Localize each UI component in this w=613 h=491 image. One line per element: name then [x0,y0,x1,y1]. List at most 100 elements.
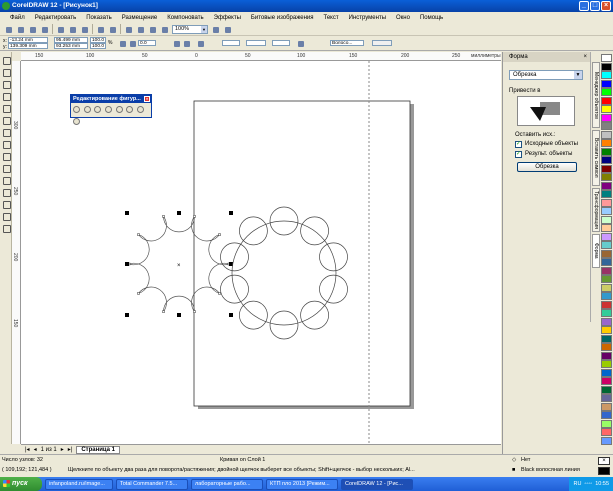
tab-transform[interactable]: Трансформация [592,188,600,232]
rectangle-tool-icon[interactable] [2,128,11,137]
palette-swatch[interactable] [601,88,612,96]
knife-tool-icon[interactable] [83,106,91,113]
menu-file[interactable]: Файл [10,15,25,21]
task-coreldraw[interactable]: CorelDRAW 12 - [Рис... [341,478,413,490]
zoom-tool-icon[interactable] [2,92,11,101]
print-icon[interactable] [40,25,49,34]
palette-swatch[interactable] [601,181,612,190]
crop-tool-icon[interactable] [2,80,11,89]
maximize-button[interactable]: □ [590,1,600,11]
smart-fill-tool-icon[interactable] [2,116,11,125]
palette-swatch[interactable] [601,292,612,300]
scale-y-field[interactable]: 100.0 [90,43,106,49]
palette-swatch[interactable] [601,377,612,385]
palette-swatch[interactable] [601,147,612,156]
task-lab-docs[interactable]: лабораторные рабо... [191,478,263,490]
basic-shapes-tool-icon[interactable] [2,164,11,173]
menu-edit[interactable]: Редактировать [35,15,76,21]
app-launcher-icon[interactable] [148,25,157,34]
start-button[interactable]: пуск [0,477,42,491]
convert-curve-icon[interactable] [196,39,205,48]
extra-tool-icon[interactable] [73,118,80,125]
palette-swatch[interactable] [601,300,612,309]
zoom-combo[interactable]: 100% ▼ [172,24,208,34]
palette-swatch[interactable] [601,173,612,181]
shape-tool-icon[interactable] [73,106,80,113]
palette-swatch[interactable] [601,436,612,445]
palette-swatch[interactable] [601,385,612,394]
palette-swatch[interactable] [601,283,612,292]
free-transform-tool-icon[interactable] [126,106,134,113]
minimize-button[interactable]: _ [579,1,589,11]
palette-swatch[interactable] [601,164,612,173]
eyedropper-tool-icon[interactable] [2,200,11,209]
task-browser[interactable]: infanpoland.ru/image... [45,478,113,490]
export-icon[interactable] [136,25,145,34]
cut-icon[interactable] [56,25,65,34]
palette-swatch[interactable] [601,113,612,122]
import-icon[interactable] [124,25,133,34]
paste-icon[interactable] [80,25,89,34]
copy-icon[interactable] [68,25,77,34]
ellipse-tool-icon[interactable] [2,140,11,149]
angle-field[interactable]: 0.0 [138,40,156,46]
end-arrow-select[interactable] [272,40,290,46]
eraser-tool-icon[interactable] [94,106,102,113]
palette-swatch[interactable] [601,428,612,436]
open-icon[interactable] [16,25,25,34]
menu-window[interactable]: Окно [396,15,410,21]
palette-swatch[interactable] [601,241,612,249]
roughen-tool-icon[interactable] [115,106,123,113]
menu-help[interactable]: Помощь [420,15,443,21]
mirror-h-icon[interactable] [172,39,181,48]
virtual-delete-tool-icon[interactable] [137,106,145,113]
palette-swatch[interactable] [601,215,612,224]
prev-page-button[interactable]: ◂ [34,446,37,453]
palette-swatch[interactable] [601,156,612,164]
palette-swatch[interactable] [601,224,612,232]
task-ktp[interactable]: КТП пло 2013 [Режим... [266,478,338,490]
palette-swatch[interactable] [601,207,612,215]
palette-swatch[interactable] [601,360,612,368]
palette-swatch[interactable] [601,343,612,351]
menu-tools[interactable]: Инструменты [349,15,386,21]
palette-swatch[interactable] [601,190,612,198]
undo-icon[interactable] [96,25,105,34]
tab-shaping[interactable]: Форма [592,234,600,268]
palette-swatch[interactable] [601,249,612,258]
palette-swatch[interactable] [601,71,612,79]
menu-text[interactable]: Текст [323,15,338,21]
palette-swatch[interactable] [601,351,612,360]
new-icon[interactable] [4,25,13,34]
last-page-button[interactable]: ▸| [68,446,73,453]
palette-swatch[interactable] [601,368,612,377]
corel-online-icon[interactable] [160,25,169,34]
next-page-button[interactable]: ▸ [61,446,64,453]
snap-icon[interactable] [211,25,220,34]
wrap-text-icon[interactable] [296,39,305,48]
palette-swatch[interactable] [601,54,612,62]
palette-swatch[interactable] [601,317,612,326]
palette-swatch[interactable] [601,309,612,317]
shaping-mode-select[interactable]: Обрезка ▼ [509,70,583,80]
shape-tool-icon[interactable] [2,68,11,77]
palette-swatch[interactable] [601,62,612,71]
fill-tool-icon[interactable] [2,224,11,233]
trim-button[interactable]: Обрезка [517,162,577,172]
pick-tool-icon[interactable] [2,56,11,65]
menu-effects[interactable]: Эффекты [214,15,241,21]
save-icon[interactable] [28,25,37,34]
freehand-tool-icon[interactable] [2,104,11,113]
tab-object-manager[interactable]: Менеджер объектов [592,62,600,128]
outline-width-select[interactable]: Волосо... [330,40,364,46]
text-tool-icon[interactable] [2,176,11,185]
palette-swatch[interactable] [601,232,612,241]
outline-tool-icon[interactable] [2,212,11,221]
palette-swatch[interactable] [601,266,612,275]
start-arrow-select[interactable] [222,40,240,46]
language-indicator[interactable]: RU [573,477,581,491]
polygon-tool-icon[interactable] [2,152,11,161]
menu-arrange[interactable]: Компоновать [167,15,203,21]
menu-bitmaps[interactable]: Битовые изображения [251,15,314,21]
target-objects-checkbox[interactable]: ✓ [515,151,522,158]
